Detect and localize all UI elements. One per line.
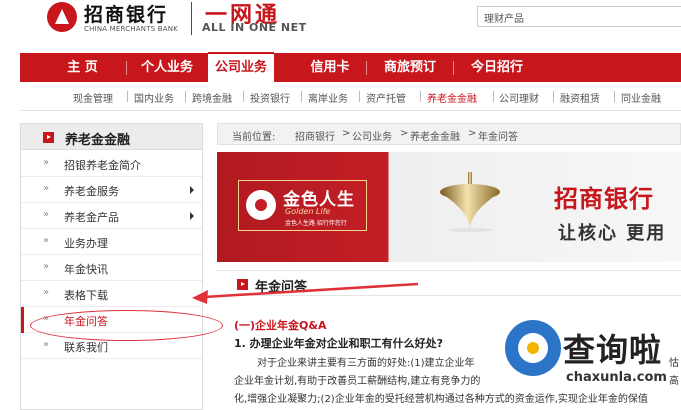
golden-life-tagline: 金色人生路 招行伴您行 xyxy=(285,220,347,227)
subnav-leasing[interactable]: 融资租赁 xyxy=(560,90,600,105)
breadcrumb-separator: > xyxy=(342,128,351,139)
sidebar-item-services[interactable]: » 养老金服务 xyxy=(21,177,202,203)
highlight-oval xyxy=(30,310,223,341)
search-input[interactable]: 理财产品 xyxy=(477,6,681,27)
subnav-pension[interactable]: 养老金金融 xyxy=(427,90,477,105)
breadcrumb-separator: > xyxy=(400,128,409,139)
sidebar-item-label: 招银养老金简介 xyxy=(64,159,141,172)
main-nav: 主 页 个人业务 公司业务 信用卡 商旅预订 今日招行 xyxy=(20,52,681,83)
sidebar-item-products[interactable]: » 养老金产品 xyxy=(21,203,202,229)
subnav-separator xyxy=(185,91,186,102)
faq-answer-line: 企业年金计划,有助于改善员工薪酬结构,建立有竞争力的 xyxy=(234,376,481,387)
nav-credit-card[interactable]: 信用卡 xyxy=(295,53,365,82)
submenu-arrow-icon xyxy=(190,212,194,220)
subnav-cross-border[interactable]: 跨境金融 xyxy=(192,90,232,105)
cmb-logo-icon[interactable] xyxy=(47,2,77,32)
submenu-arrow-icon xyxy=(190,186,194,194)
subnav-cash-management[interactable]: 现金管理 xyxy=(73,90,113,105)
faq-heading: (一)企业年金Q&A xyxy=(234,319,327,332)
site-header: 招商银行 CHINA MERCHANTS BANK 一网通 ALL IN ONE… xyxy=(0,0,681,48)
sidebar-title: 养老金金融 xyxy=(65,133,131,148)
annotation-arrow-icon xyxy=(192,282,419,304)
double-chevron-icon: » xyxy=(43,183,50,194)
spinning-top-icon xyxy=(440,172,500,232)
nav-separator xyxy=(453,61,454,75)
subnav-wealth[interactable]: 公司理财 xyxy=(499,90,539,105)
subnav-separator xyxy=(359,91,360,102)
subnav-offshore[interactable]: 离岸业务 xyxy=(308,90,348,105)
breadcrumb-pension[interactable]: 养老金金融 xyxy=(410,128,460,143)
breadcrumb: 当前位置: 招商银行 > 公司业务 > 养老金金融 > 年金问答 xyxy=(217,123,681,145)
double-chevron-icon: » xyxy=(43,339,50,350)
sidebar-item-label: 养老金产品 xyxy=(64,211,119,224)
nav-personal[interactable]: 个人业务 xyxy=(127,53,207,82)
banner-bank-name: 招商银行 xyxy=(554,184,654,213)
sidebar-item-downloads[interactable]: » 表格下载 xyxy=(21,281,202,307)
sidebar-item-label: 联系我们 xyxy=(64,341,108,354)
breadcrumb-corporate[interactable]: 公司业务 xyxy=(352,128,392,143)
faq-question: 1. 办理企业年金对企业和职工有什么好处? xyxy=(234,337,444,350)
breadcrumb-separator: > xyxy=(468,128,477,139)
promo-banner[interactable]: 金色人生 Golden Life 金色人生路 招行伴您行 招商银行 让核心 更用 xyxy=(217,152,681,262)
sidebar-item-news[interactable]: » 年金快讯 xyxy=(21,255,202,281)
sidebar-header: 养老金金融 xyxy=(21,124,202,150)
banner-slogan: 让核心 更用 xyxy=(558,223,667,244)
sidebar-item-label: 养老金服务 xyxy=(64,185,119,198)
nav-corporate[interactable]: 公司业务 xyxy=(208,52,274,83)
sidebar: 养老金金融 » 招银养老金简介 » 养老金服务 » 养老金产品 » 业务办理 »… xyxy=(20,123,203,410)
subnav-interbank[interactable]: 同业金融 xyxy=(621,90,661,105)
subnav-custody[interactable]: 资产托管 xyxy=(366,90,406,105)
double-chevron-icon: » xyxy=(43,235,50,246)
bullet-icon xyxy=(43,132,54,143)
nav-travel[interactable]: 商旅预订 xyxy=(370,53,450,82)
subnav-separator xyxy=(553,91,554,102)
faq-answer-fragment: 怙 xyxy=(669,358,679,369)
watermark-url: chaxunla.com xyxy=(566,370,667,385)
flower-logo-icon xyxy=(246,190,276,220)
subnav-separator xyxy=(127,91,128,102)
sub-nav: 现金管理 国内业务 跨境金融 投资银行 离岸业务 资产托管 养老金金融 公司理财… xyxy=(20,82,681,111)
double-chevron-icon: » xyxy=(43,209,50,220)
header-divider xyxy=(191,2,192,35)
subnav-investment-banking[interactable]: 投资银行 xyxy=(250,90,290,105)
subnav-separator xyxy=(420,91,421,102)
subnav-separator xyxy=(243,91,244,102)
sidebar-item-label: 业务办理 xyxy=(64,237,108,250)
breadcrumb-current: 年金问答 xyxy=(478,132,518,143)
golden-life-subtitle: Golden Life xyxy=(285,207,331,216)
breadcrumb-home[interactable]: 招商银行 xyxy=(295,128,335,143)
sidebar-item-intro[interactable]: » 招银养老金简介 xyxy=(21,151,202,177)
nav-home[interactable]: 主 页 xyxy=(40,53,125,82)
breadcrumb-prefix: 当前位置: xyxy=(232,132,276,143)
double-chevron-icon: » xyxy=(43,287,50,298)
bank-name: 招商银行 xyxy=(84,4,169,26)
faq-answer-fragment: 高 xyxy=(669,376,679,387)
double-chevron-icon: » xyxy=(43,157,50,168)
subnav-separator xyxy=(493,91,494,102)
subnav-separator xyxy=(614,91,615,102)
subnav-separator xyxy=(301,91,302,102)
faq-answer-line: 化,增强企业凝聚力;(2)企业年金的受托经营机构通过各种方式的资金运作,实现企业… xyxy=(234,394,648,405)
watermark-name: 查询啦 xyxy=(563,331,663,369)
sidebar-item-handling[interactable]: » 业务办理 xyxy=(21,229,202,255)
sidebar-item-label: 年金快讯 xyxy=(64,263,108,276)
nav-separator xyxy=(366,61,367,75)
portal-slogan: ALL IN ONE NET xyxy=(202,21,307,34)
subnav-domestic[interactable]: 国内业务 xyxy=(134,90,174,105)
faq-answer-line: 对于企业来讲主要有三方面的好处:(1)建立企业年 xyxy=(257,358,475,369)
nav-today[interactable]: 今日招行 xyxy=(457,53,537,82)
watermark-dot-icon xyxy=(527,342,539,354)
bank-name-en: CHINA MERCHANTS BANK xyxy=(84,25,178,33)
sidebar-item-label: 表格下载 xyxy=(64,289,108,302)
double-chevron-icon: » xyxy=(43,261,50,272)
